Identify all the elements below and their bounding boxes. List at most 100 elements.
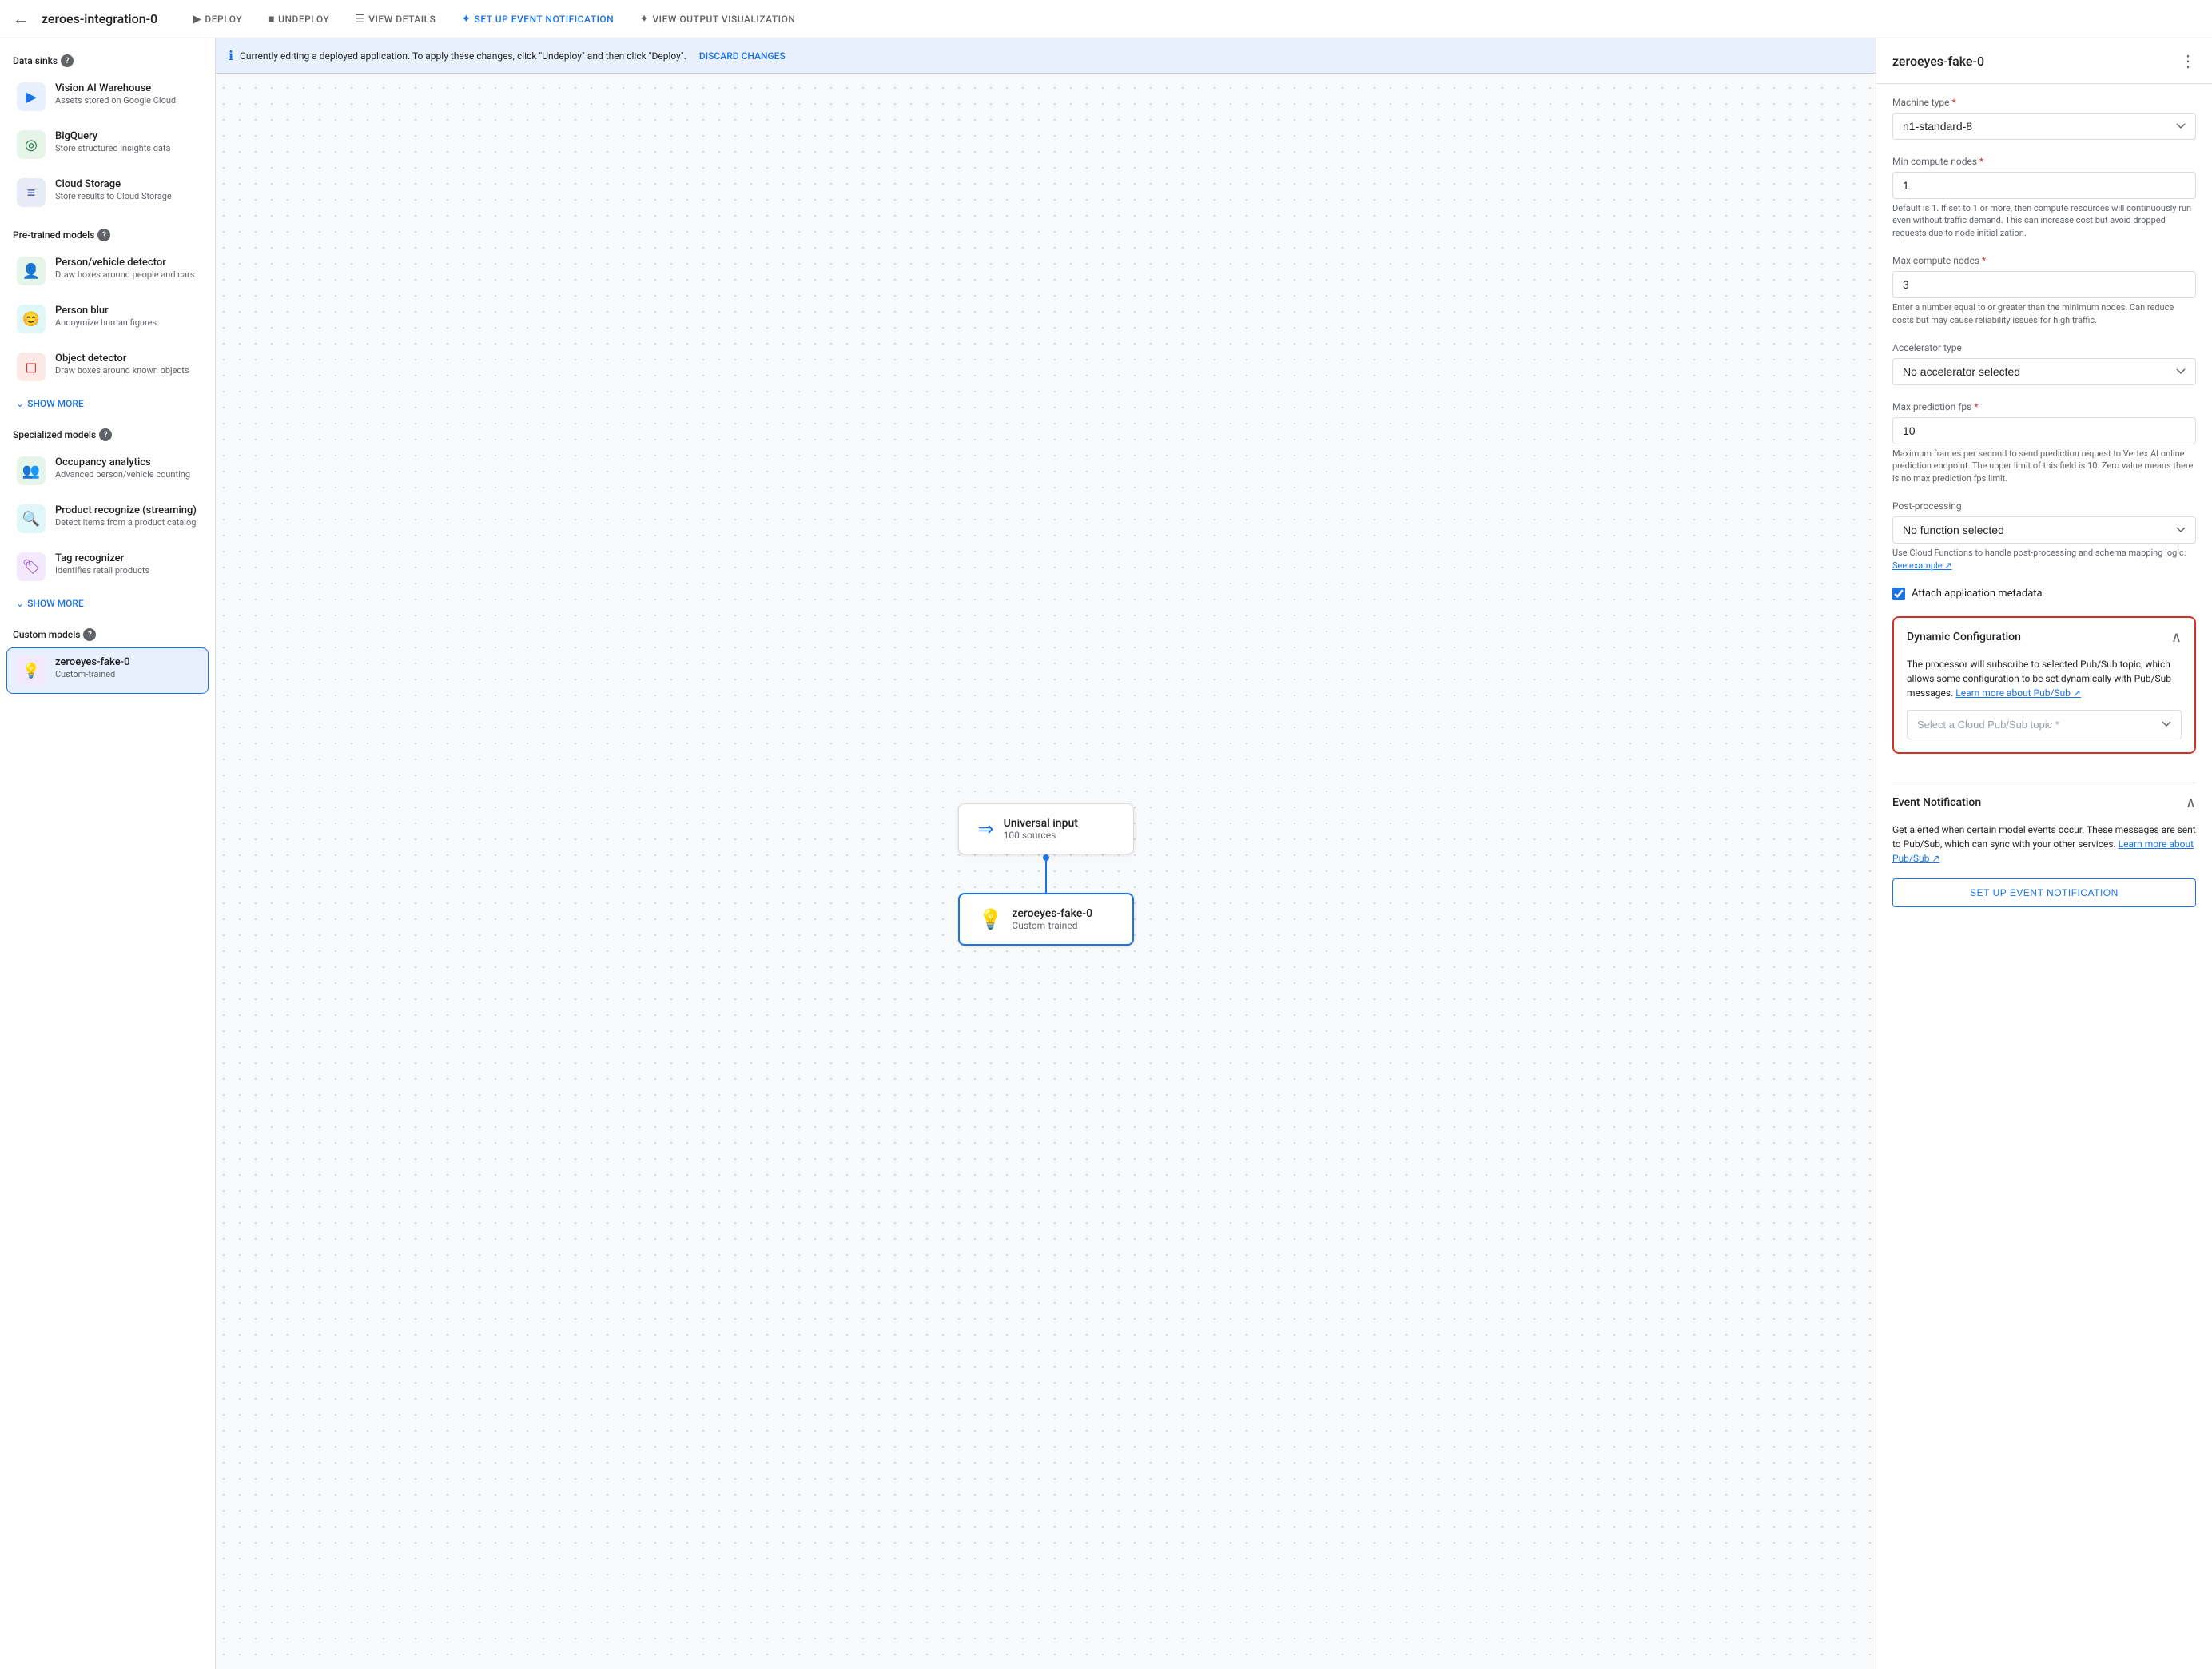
custom-models-title: Custom models ? bbox=[13, 628, 209, 641]
max-fps-label: Max prediction fps * bbox=[1892, 401, 2196, 412]
node-universal-input[interactable]: ⇒ Universal input 100 sources bbox=[958, 803, 1134, 854]
attach-metadata-checkbox[interactable] bbox=[1892, 588, 1905, 600]
canvas-area: ℹ Currently editing a deployed applicati… bbox=[216, 38, 1876, 1669]
machine-type-label: Machine type * bbox=[1892, 97, 2196, 108]
sidebar-item-person-vehicle[interactable]: 👤 Person/vehicle detector Draw boxes aro… bbox=[6, 248, 209, 294]
dynamic-config-body: The processor will subscribe to selected… bbox=[1894, 657, 2194, 752]
specialized-show-more[interactable]: ⌄ SHOW MORE bbox=[6, 592, 209, 615]
top-nav: ← zeroes-integration-0 ▶ DEPLOY ■ UNDEPL… bbox=[0, 0, 2212, 38]
min-compute-input[interactable] bbox=[1892, 172, 2196, 199]
vision-ai-icon: ▶ bbox=[17, 82, 46, 111]
max-compute-input[interactable] bbox=[1892, 271, 2196, 298]
more-options-icon[interactable]: ⋮ bbox=[2180, 51, 2196, 70]
undeploy-action[interactable]: ■ UNDEPLOY bbox=[258, 7, 339, 30]
view-details-icon: ☰ bbox=[355, 13, 365, 26]
post-processing-label: Post-processing bbox=[1892, 500, 2196, 512]
pretrained-title: Pre-trained models ? bbox=[13, 229, 209, 241]
post-processing-hint: Use Cloud Functions to handle post-proce… bbox=[1892, 547, 2196, 572]
deploy-action[interactable]: ▶ DEPLOY bbox=[183, 8, 252, 30]
person-vehicle-icon: 👤 bbox=[17, 257, 46, 285]
machine-type-select[interactable]: n1-standard-8 n1-standard-4 n1-standard-… bbox=[1892, 113, 2196, 140]
sidebar: Data sinks ? ▶ Vision AI Warehouse Asset… bbox=[0, 38, 216, 1669]
max-compute-label: Max compute nodes * bbox=[1892, 255, 2196, 266]
info-icon: ℹ bbox=[229, 48, 233, 63]
max-compute-hint: Enter a number equal to or greater than … bbox=[1892, 301, 2196, 326]
attach-metadata-label: Attach application metadata bbox=[1912, 588, 2043, 599]
sidebar-item-person-blur[interactable]: 😊 Person blur Anonymize human figures bbox=[6, 296, 209, 342]
tag-recognizer-icon: 🏷 bbox=[17, 552, 46, 581]
accelerator-label: Accelerator type bbox=[1892, 342, 2196, 353]
machine-type-group: Machine type * n1-standard-8 n1-standard… bbox=[1892, 97, 2196, 140]
specialized-title: Specialized models ? bbox=[13, 428, 209, 441]
max-fps-group: Max prediction fps * Maximum frames per … bbox=[1892, 401, 2196, 484]
app-title: zeroes-integration-0 bbox=[42, 11, 157, 26]
graph-container: ⇒ Universal input 100 sources 💡 zeroeyes… bbox=[958, 803, 1134, 946]
universal-input-icon: ⇒ bbox=[978, 818, 994, 840]
max-fps-input[interactable] bbox=[1892, 417, 2196, 444]
zeroeyes-icon: 💡 bbox=[17, 656, 46, 685]
sidebar-item-zeroeyes[interactable]: 💡 zeroeyes-fake-0 Custom-trained bbox=[6, 647, 209, 694]
sidebar-item-product-recognize[interactable]: 🔍 Product recognize (streaming) Detect i… bbox=[6, 496, 209, 542]
info-banner: ℹ Currently editing a deployed applicati… bbox=[216, 38, 1876, 74]
event-section-header: Event Notification ∧ bbox=[1892, 783, 2196, 823]
bigquery-icon: ◎ bbox=[17, 130, 46, 159]
main-layout: Data sinks ? ▶ Vision AI Warehouse Asset… bbox=[0, 38, 2212, 1669]
sidebar-item-tag-recognizer[interactable]: 🏷 Tag recognizer Identifies retail produ… bbox=[6, 544, 209, 590]
occupancy-icon: 👥 bbox=[17, 456, 46, 485]
pretrained-help[interactable]: ? bbox=[97, 229, 110, 241]
post-processing-select[interactable]: No function selected bbox=[1892, 516, 2196, 544]
pubsub-topic-select[interactable]: Select a Cloud Pub/Sub topic * bbox=[1907, 710, 2182, 739]
pubsub-learn-more-link[interactable]: Learn more about Pub/Sub ↗ bbox=[1955, 687, 2081, 699]
product-recognize-icon: 🔍 bbox=[17, 504, 46, 533]
event-section-desc: Get alerted when certain model events oc… bbox=[1892, 823, 2196, 866]
event-section-title: Event Notification bbox=[1892, 796, 1981, 809]
sidebar-item-cloud-storage[interactable]: ≡ Cloud Storage Store results to Cloud S… bbox=[6, 169, 209, 216]
dynamic-config-panel: Dynamic Configuration ∧ The processor wi… bbox=[1892, 616, 2196, 754]
max-fps-hint: Maximum frames per second to send predic… bbox=[1892, 448, 2196, 484]
sidebar-item-object-detector[interactable]: ◻ Object detector Draw boxes around know… bbox=[6, 344, 209, 390]
connector-dot-top bbox=[1043, 854, 1049, 861]
pretrained-show-more[interactable]: ⌄ SHOW MORE bbox=[6, 392, 209, 416]
back-button[interactable]: ← bbox=[13, 9, 29, 29]
object-detector-icon: ◻ bbox=[17, 353, 46, 381]
event-section-collapse-icon: ∧ bbox=[2186, 795, 2196, 811]
zeroeyes-node-icon: 💡 bbox=[979, 908, 1003, 930]
right-panel-header: zeroeyes-fake-0 ⋮ bbox=[1876, 38, 2212, 84]
node-zeroeyes[interactable]: 💡 zeroeyes-fake-0 Custom-trained bbox=[958, 893, 1134, 946]
view-details-action[interactable]: ☰ VIEW DETAILS bbox=[345, 8, 445, 30]
sidebar-item-vision-ai[interactable]: ▶ Vision AI Warehouse Assets stored on G… bbox=[6, 74, 209, 120]
canvas-content: ⇒ Universal input 100 sources 💡 zeroeyes… bbox=[216, 80, 1876, 1669]
min-compute-group: Min compute nodes * Default is 1. If set… bbox=[1892, 156, 2196, 239]
data-sinks-help[interactable]: ? bbox=[61, 54, 74, 67]
connector-line bbox=[1045, 861, 1047, 893]
min-compute-hint: Default is 1. If set to 1 or more, then … bbox=[1892, 202, 2196, 239]
attach-metadata-row: Attach application metadata bbox=[1892, 588, 2196, 600]
custom-models-help[interactable]: ? bbox=[83, 628, 96, 641]
dynamic-config-title: Dynamic Configuration bbox=[1907, 631, 2021, 643]
view-output-action[interactable]: ✦ VIEW OUTPUT VISUALIZATION bbox=[630, 8, 805, 30]
right-panel-title: zeroeyes-fake-0 bbox=[1892, 54, 1984, 69]
view-output-icon: ✦ bbox=[639, 13, 649, 26]
accelerator-select[interactable]: No accelerator selected NVIDIA_TESLA_T4 … bbox=[1892, 358, 2196, 385]
dynamic-config-header[interactable]: Dynamic Configuration ∧ bbox=[1894, 618, 2194, 657]
event-notification-section: Event Notification ∧ Get alerted when ce… bbox=[1876, 783, 2212, 923]
post-processing-link[interactable]: See example ↗ bbox=[1892, 560, 1951, 571]
right-panel: zeroeyes-fake-0 ⋮ Machine type * n1-stan… bbox=[1876, 38, 2212, 1669]
sidebar-item-occupancy[interactable]: 👥 Occupancy analytics Advanced person/ve… bbox=[6, 448, 209, 494]
discard-changes-link[interactable]: DISCARD CHANGES bbox=[699, 50, 786, 62]
setup-event-icon: ✦ bbox=[461, 13, 471, 26]
max-compute-group: Max compute nodes * Enter a number equal… bbox=[1892, 255, 2196, 326]
undeploy-icon: ■ bbox=[268, 12, 275, 26]
deploy-icon: ▶ bbox=[193, 13, 201, 26]
specialized-help[interactable]: ? bbox=[99, 428, 112, 441]
data-sinks-title: Data sinks ? bbox=[13, 54, 209, 67]
dynamic-config-desc: The processor will subscribe to selected… bbox=[1907, 657, 2182, 700]
right-panel-body: Machine type * n1-standard-8 n1-standard… bbox=[1876, 84, 2212, 783]
setup-event-action[interactable]: ✦ SET UP EVENT NOTIFICATION bbox=[452, 8, 623, 30]
sidebar-item-bigquery[interactable]: ◎ BigQuery Store structured insights dat… bbox=[6, 121, 209, 168]
person-blur-icon: 😊 bbox=[17, 305, 46, 333]
dynamic-config-collapse-icon: ∧ bbox=[2171, 629, 2182, 646]
accelerator-type-group: Accelerator type No accelerator selected… bbox=[1892, 342, 2196, 385]
min-compute-label: Min compute nodes * bbox=[1892, 156, 2196, 167]
setup-event-notification-button[interactable]: SET UP EVENT NOTIFICATION bbox=[1892, 878, 2196, 907]
